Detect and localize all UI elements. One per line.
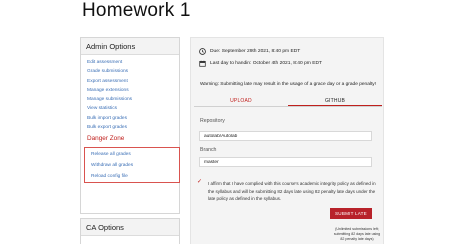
grade-submissions-link[interactable]: Grade submissions bbox=[87, 67, 179, 76]
manage-submissions-link[interactable]: Manage submissions bbox=[87, 95, 179, 104]
tab-github[interactable]: GITHUB bbox=[288, 96, 382, 106]
calendar-icon bbox=[199, 60, 206, 67]
manage-extensions-link[interactable]: Manage extensions bbox=[87, 86, 179, 95]
admin-links-list: Edit assessment Grade submissions Export… bbox=[81, 55, 179, 132]
submission-card: Due: September 29th 2021, 8:40 pm EDT La… bbox=[190, 37, 384, 244]
last-day-row: Last day to handin: October 4th 2021, 8:… bbox=[199, 60, 322, 67]
reload-config-file-link[interactable]: Reload config file bbox=[91, 171, 179, 182]
release-all-grades-link[interactable]: Release all grades bbox=[91, 149, 179, 160]
late-warning: Warning: Submitting late may result in t… bbox=[199, 82, 377, 87]
handin-tabs: UPLOAD GITHUB bbox=[194, 96, 382, 107]
export-assessment-link[interactable]: Export assessment bbox=[87, 77, 179, 86]
bulk-export-grades-link[interactable]: Bulk export grades bbox=[87, 123, 179, 132]
withdraw-all-grades-link[interactable]: Withdraw all grades bbox=[91, 160, 179, 171]
repository-input[interactable] bbox=[199, 131, 372, 141]
due-date-row: Due: September 29th 2021, 8:40 pm EDT bbox=[199, 48, 300, 55]
danger-zone-heading: Danger Zone bbox=[87, 135, 125, 143]
affirmation-checkbox[interactable]: ✓ bbox=[197, 179, 202, 186]
admin-options-panel: Admin Options Edit assessment Grade subm… bbox=[80, 37, 180, 214]
bulk-import-grades-link[interactable]: Bulk import grades bbox=[87, 114, 179, 123]
edit-assessment-link[interactable]: Edit assessment bbox=[87, 58, 179, 67]
submit-late-button[interactable]: SUBMIT LATE bbox=[330, 208, 372, 219]
page-title: Homework 1 bbox=[82, 0, 191, 21]
ca-options-panel: CA Options bbox=[80, 218, 180, 244]
admin-options-heading: Admin Options bbox=[81, 38, 179, 55]
affirmation-text: I affirm that I have complied with this … bbox=[208, 181, 376, 201]
repository-label: Repository bbox=[200, 118, 225, 124]
tab-upload[interactable]: UPLOAD bbox=[194, 96, 288, 106]
ca-options-heading: CA Options bbox=[81, 219, 179, 236]
branch-label: Branch bbox=[200, 147, 217, 153]
clock-icon bbox=[199, 48, 206, 55]
danger-zone-box: Release all grades Withdraw all grades R… bbox=[84, 147, 180, 184]
branch-input[interactable] bbox=[199, 157, 372, 167]
last-day-text: Last day to handin: October 4th 2021, 8:… bbox=[210, 61, 323, 66]
affirmation-row: ✓ I affirm that I have complied with thi… bbox=[197, 179, 377, 203]
submission-notice: (Unlimited submissions left; submitting … bbox=[333, 227, 381, 241]
view-statistics-link[interactable]: View statistics bbox=[87, 104, 179, 113]
due-date-text: Due: September 29th 2021, 8:40 pm EDT bbox=[210, 49, 301, 54]
